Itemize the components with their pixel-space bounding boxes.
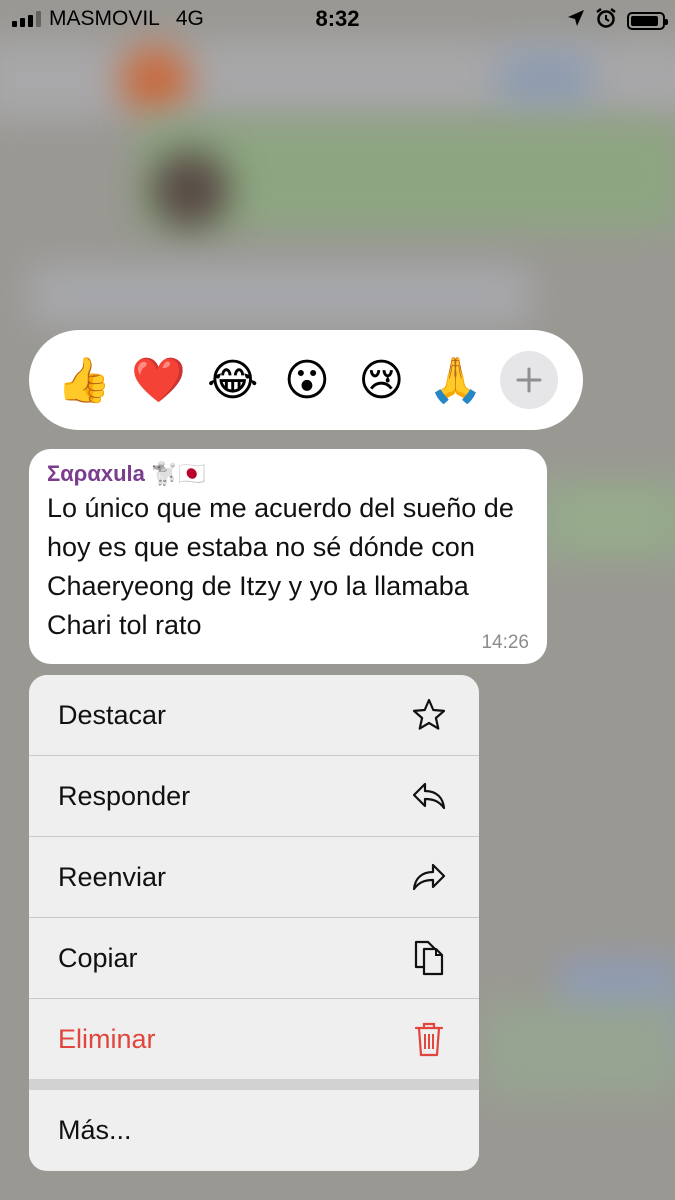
menu-item-destacar[interactable]: Destacar — [29, 675, 479, 756]
alarm-icon — [595, 7, 617, 35]
reaction-surprised-icon[interactable]: 😮 — [277, 350, 337, 410]
menu-item-copiar[interactable]: Copiar — [29, 918, 479, 999]
star-icon — [411, 697, 447, 733]
sender-name-row: Σαραxula 🐩🇯🇵 — [47, 461, 529, 487]
message-bubble[interactable]: Σαραxula 🐩🇯🇵 Lo único que me acuerdo del… — [29, 449, 547, 664]
trash-icon — [411, 1021, 447, 1057]
reaction-joy-icon[interactable]: 😂 — [203, 350, 263, 410]
sender-name: Σαραxula — [47, 461, 145, 486]
menu-separator — [29, 1079, 479, 1090]
menu-label-responder: Responder — [58, 780, 191, 811]
location-icon — [567, 9, 585, 33]
sender-emoji: 🐩🇯🇵 — [150, 461, 206, 487]
more-reactions-button[interactable] — [499, 351, 558, 409]
reply-icon — [411, 778, 447, 814]
menu-item-eliminar[interactable]: Eliminar — [29, 999, 479, 1079]
message-text: Lo único que me acuerdo del sueño de hoy… — [47, 493, 514, 640]
menu-label-reenviar: Reenviar — [58, 861, 167, 892]
reaction-pray-icon[interactable]: 🙏 — [426, 350, 486, 410]
context-menu: Destacar Responder Reenviar Copiar Elimi… — [29, 675, 479, 1171]
forward-icon — [411, 859, 447, 895]
reaction-thumbs-up-icon[interactable]: 👍 — [54, 350, 114, 410]
menu-item-responder[interactable]: Responder — [29, 756, 479, 837]
status-bar: MASMOVIL 4G 8:32 — [0, 0, 675, 36]
menu-label-eliminar: Eliminar — [58, 1023, 156, 1054]
menu-label-mas: Más... — [58, 1114, 132, 1145]
reaction-heart-icon[interactable]: ❤️ — [128, 350, 188, 410]
reaction-cry-icon[interactable]: 😢 — [351, 350, 411, 410]
plus-icon — [516, 367, 542, 393]
message-time: 14:26 — [481, 632, 529, 653]
battery-icon — [627, 12, 668, 30]
menu-label-destacar: Destacar — [58, 699, 167, 730]
menu-label-copiar: Copiar — [58, 942, 138, 973]
reaction-bar: 👍 ❤️ 😂 😮 😢 🙏 — [29, 330, 583, 430]
menu-item-reenviar[interactable]: Reenviar — [29, 837, 479, 918]
menu-item-mas[interactable]: Más... — [29, 1090, 479, 1170]
copy-icon — [411, 940, 447, 976]
